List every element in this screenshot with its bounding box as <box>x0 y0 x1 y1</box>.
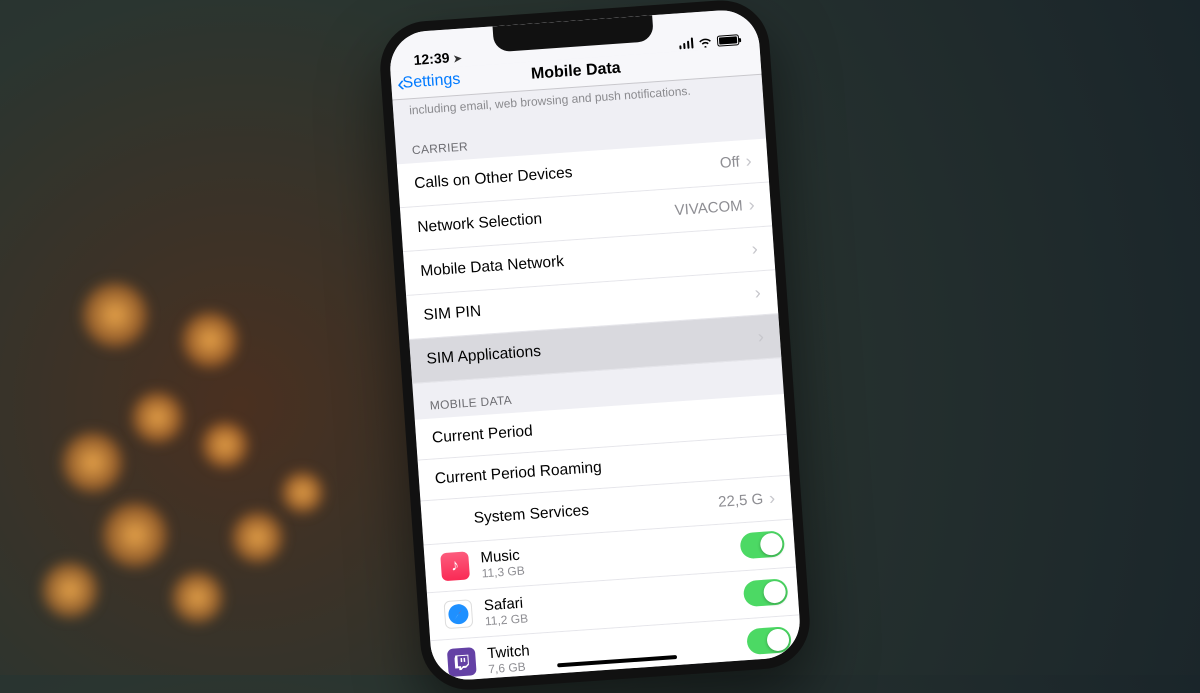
back-label: Settings <box>402 71 461 93</box>
chevron-right-icon: › <box>751 238 758 259</box>
signal-icon <box>678 37 693 49</box>
safari-icon <box>444 599 474 629</box>
battery-icon <box>717 34 740 47</box>
location-icon: ➤ <box>453 54 462 66</box>
row-value: 22,5 G <box>718 490 764 510</box>
row-value: Off <box>719 153 740 171</box>
status-time: 12:39 ➤ <box>413 49 462 68</box>
chevron-right-icon: › <box>754 282 761 303</box>
music-icon: ♪ <box>440 551 470 581</box>
chevron-right-icon: › <box>768 487 775 508</box>
time-text: 12:39 <box>413 49 450 67</box>
screen: 12:39 ➤ ‹ Settings Mobile Data including… <box>388 8 802 682</box>
twitch-icon <box>447 647 477 677</box>
chevron-right-icon: › <box>757 326 764 347</box>
toggle-safari[interactable] <box>743 578 789 607</box>
content-scroll[interactable]: including email, web browsing and push n… <box>392 75 802 682</box>
row-label: Calls on Other Devices <box>414 154 721 193</box>
app-name: YouTube <box>490 675 751 682</box>
row-value: VIVACOM <box>674 197 743 219</box>
wifi-icon <box>698 36 713 48</box>
chevron-right-icon: › <box>745 150 752 171</box>
toggle-music[interactable] <box>739 530 785 559</box>
toggle-youtube[interactable] <box>750 674 796 682</box>
row-label: System Services <box>473 493 719 528</box>
row-label: Network Selection <box>417 201 676 237</box>
chevron-right-icon: › <box>748 194 755 215</box>
phone-frame: 12:39 ➤ ‹ Settings Mobile Data including… <box>377 0 813 693</box>
back-button[interactable]: ‹ Settings <box>397 71 461 93</box>
toggle-twitch[interactable] <box>746 626 792 655</box>
